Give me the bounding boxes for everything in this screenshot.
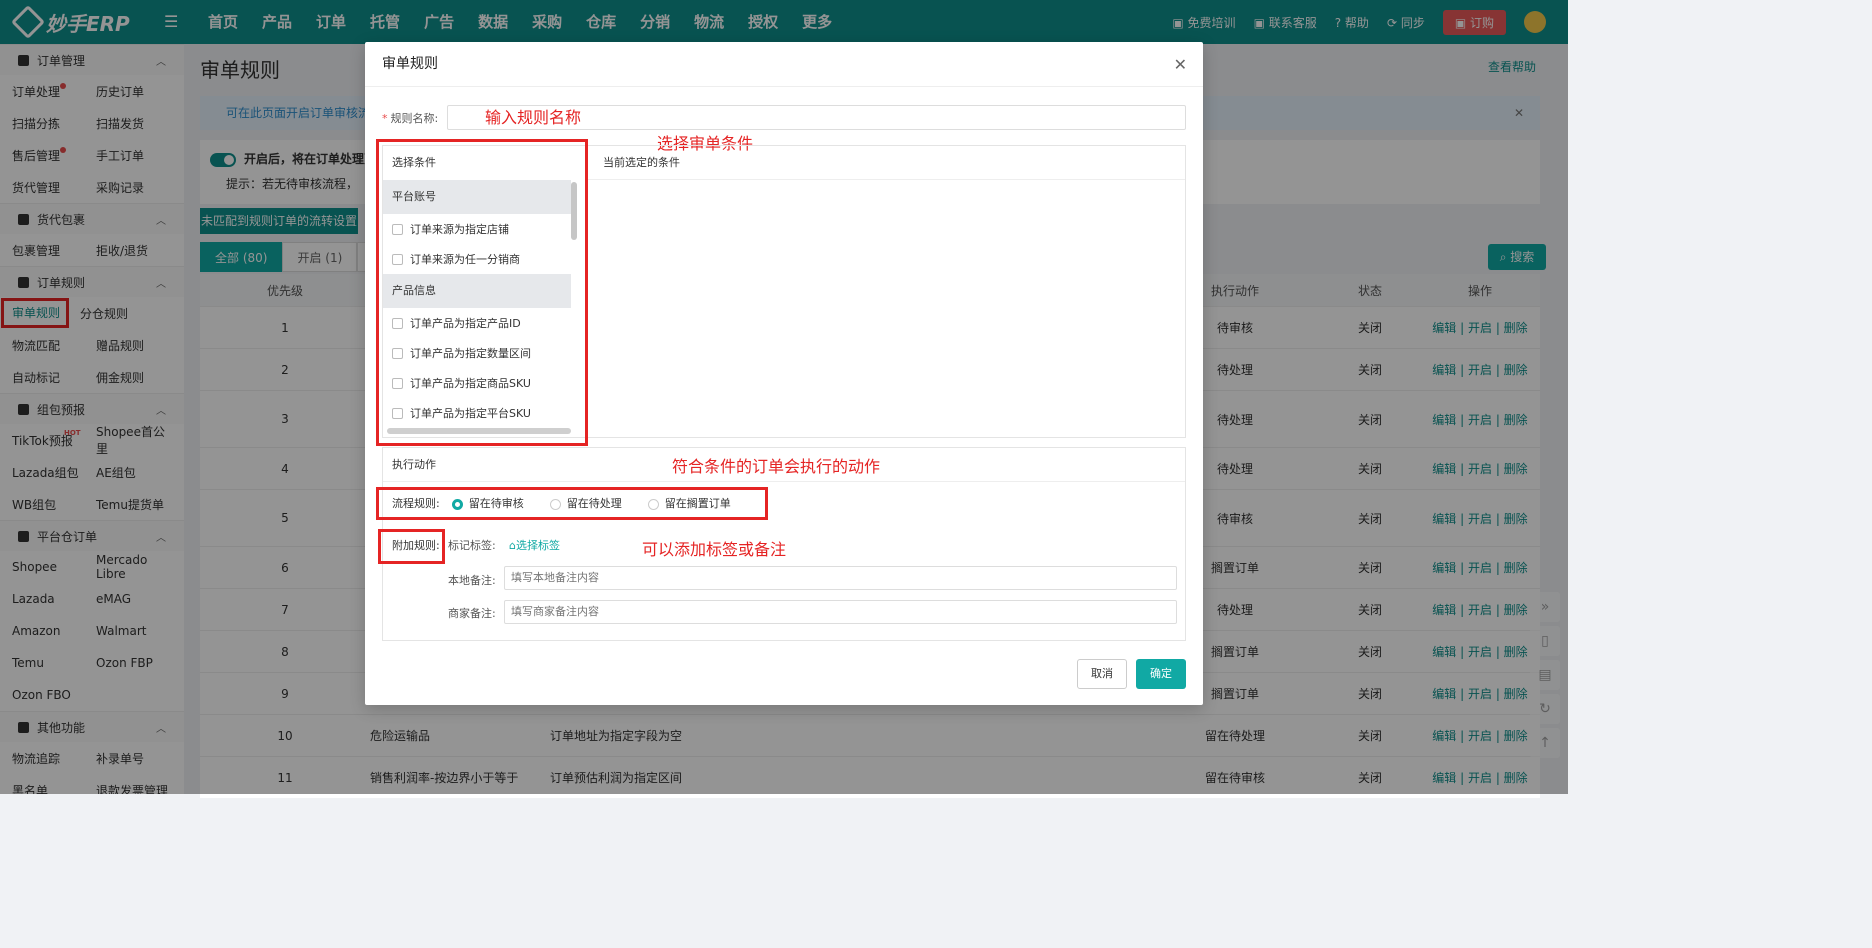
select-tag-link[interactable]: ⌂选择标签 [509,537,560,553]
local-note-label: 本地备注: [448,574,496,587]
annotation-extra: 可以添加标签或备注 [642,540,787,559]
rule-name-label: * 规则名称: [382,110,438,126]
annotation-box [378,529,445,564]
confirm-button[interactable]: 确定 [1136,659,1186,689]
merchant-note-label: 商家备注: [448,607,496,620]
select-tag-label: 选择标签 [515,539,560,552]
annotation-name: 输入规则名称 [485,108,582,127]
dialog-header: 审单规则 ✕ [365,42,1203,87]
annotation-box [376,487,768,520]
cancel-button[interactable]: 取消 [1077,659,1127,689]
dialog-title: 审单规则 [382,56,438,72]
tag-label: 标记标签: [448,539,496,552]
merchant-note-input[interactable] [504,600,1177,624]
rule-name-label-text: 规则名称: [390,112,439,125]
selected-conditions-header: 当前选定的条件 [587,146,1185,180]
required-mark: * [382,112,388,125]
close-icon[interactable]: ✕ [1174,42,1187,87]
annotation-box [376,139,588,446]
annotation-action: 符合条件的订单会执行的动作 [672,457,881,476]
audit-rule-dialog: 审单规则 ✕ * 规则名称: 输入规则名称 选择审单条件 选择条件 平台账号 订单来源… [365,42,1203,705]
local-note-input[interactable] [504,566,1177,590]
